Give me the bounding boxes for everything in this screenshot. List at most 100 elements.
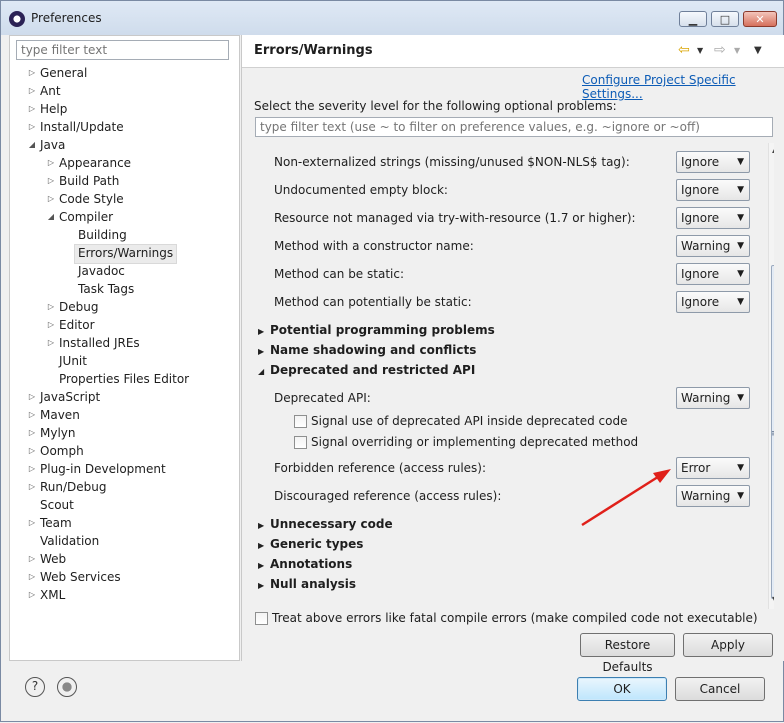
signal-deprecated-in-deprecated-checkbox[interactable] xyxy=(294,415,307,428)
forward-arrow-icon[interactable]: ⇨ xyxy=(714,42,726,58)
minimize-button[interactable]: ▁ xyxy=(679,11,707,27)
tree-item[interactable]: ▷ XML xyxy=(29,586,65,604)
expand-arrow-icon[interactable]: ▷ xyxy=(27,586,37,604)
expand-arrow-icon[interactable]: ▶ xyxy=(258,517,270,535)
collapse-arrow-icon[interactable]: ◢ xyxy=(46,208,56,226)
expand-arrow-icon[interactable]: ▷ xyxy=(27,82,37,100)
tree-item[interactable]: ▷ Help xyxy=(29,100,67,118)
expand-arrow-icon[interactable]: ▷ xyxy=(27,514,37,532)
signal-overriding-deprecated-checkbox[interactable] xyxy=(294,436,307,449)
tree-item[interactable]: ▷ JavaScript xyxy=(29,388,100,406)
tree-item[interactable]: ▷ Appearance xyxy=(48,154,131,172)
tree-item[interactable]: ▷ Team xyxy=(29,514,72,532)
expand-arrow-icon[interactable]: ▶ xyxy=(258,537,270,555)
close-button[interactable]: ✕ xyxy=(743,11,777,27)
tree-item[interactable]: Validation xyxy=(40,532,99,550)
tree-item[interactable]: Errors/Warnings xyxy=(74,244,178,264)
apply-button[interactable]: Apply xyxy=(683,633,773,657)
scroll-down-icon[interactable]: ▼ xyxy=(772,595,774,604)
section-header[interactable]: ▶ Potential programming problems xyxy=(258,321,495,339)
expand-arrow-icon[interactable]: ▷ xyxy=(27,406,37,424)
expand-arrow-icon[interactable]: ▷ xyxy=(46,316,56,334)
expand-arrow-icon[interactable]: ▶ xyxy=(258,557,270,575)
expand-arrow-icon[interactable]: ▷ xyxy=(27,460,37,478)
tree-item[interactable]: ▷ Installed JREs xyxy=(48,334,140,352)
expand-arrow-icon[interactable]: ▷ xyxy=(27,100,37,118)
deprecated-api-select[interactable]: Warning ▼ xyxy=(676,387,750,409)
section-header[interactable]: ▶ Null analysis xyxy=(258,575,356,593)
expand-arrow-icon[interactable]: ▶ xyxy=(258,323,270,341)
severity-value: Ignore xyxy=(681,155,720,169)
restore-defaults-button[interactable]: Restore Defaults xyxy=(580,633,675,674)
tree-item[interactable]: Scout xyxy=(40,496,74,514)
scroll-up-icon[interactable]: ▲ xyxy=(772,145,774,154)
section-header[interactable]: ▶ Unnecessary code xyxy=(258,515,393,533)
expand-arrow-icon[interactable]: ▷ xyxy=(46,190,56,208)
expand-arrow-icon[interactable]: ▷ xyxy=(46,154,56,172)
tree-item[interactable]: ▷ Run/Debug xyxy=(29,478,107,496)
expand-arrow-icon[interactable]: ▷ xyxy=(27,118,37,136)
record-icon[interactable] xyxy=(57,677,77,697)
tree-item[interactable]: ▷ Build Path xyxy=(48,172,119,190)
tree-item[interactable]: ◢ Compiler xyxy=(48,208,113,226)
tree-item[interactable]: ◢ Java xyxy=(29,136,65,154)
cancel-button[interactable]: Cancel xyxy=(675,677,765,701)
tree-item[interactable]: ▷ Web xyxy=(29,550,66,568)
expand-arrow-icon[interactable]: ▷ xyxy=(46,298,56,316)
tree-item[interactable]: JUnit xyxy=(59,352,87,370)
tree-item[interactable]: ▷ Maven xyxy=(29,406,80,424)
discouraged-reference-select[interactable]: Warning ▼ xyxy=(676,485,750,507)
collapse-arrow-icon[interactable]: ◢ xyxy=(27,136,37,154)
ok-button[interactable]: OK xyxy=(577,677,667,701)
tree-item[interactable]: Building xyxy=(78,226,127,244)
collapse-arrow-icon[interactable]: ◢ xyxy=(258,363,270,381)
section-header[interactable]: ◢ Deprecated and restricted API xyxy=(258,361,475,379)
expand-arrow-icon[interactable]: ▷ xyxy=(46,172,56,190)
tree-item-label: Plug-in Development xyxy=(40,462,166,476)
expand-arrow-icon[interactable]: ▶ xyxy=(258,343,270,361)
severity-select[interactable]: Ignore ▼ xyxy=(676,179,750,201)
expand-arrow-icon[interactable]: ▶ xyxy=(258,577,270,595)
severity-select[interactable]: Ignore ▼ xyxy=(676,207,750,229)
options-filter-input[interactable] xyxy=(255,117,773,137)
expand-arrow-icon[interactable]: ▷ xyxy=(27,550,37,568)
tree-item[interactable]: ▷ Ant xyxy=(29,82,61,100)
tree-filter-input[interactable] xyxy=(16,40,229,60)
tree-item[interactable]: ▷ General xyxy=(29,64,87,82)
expand-arrow-icon[interactable]: ▷ xyxy=(46,334,56,352)
expand-arrow-icon[interactable]: ▷ xyxy=(27,478,37,496)
tree-item[interactable]: ▷ Oomph xyxy=(29,442,84,460)
expand-arrow-icon[interactable]: ▷ xyxy=(27,568,37,586)
back-arrow-icon[interactable]: ⇦ xyxy=(678,42,690,58)
configure-project-settings-link[interactable]: Configure Project Specific Settings... xyxy=(582,73,784,101)
tree-item[interactable]: ▷ Debug xyxy=(48,298,99,316)
back-dropdown-icon[interactable]: ▼ xyxy=(697,46,703,55)
tree-item[interactable]: ▷ Install/Update xyxy=(29,118,124,136)
tree-item[interactable]: ▷ Code Style xyxy=(48,190,124,208)
treat-errors-fatal-checkbox[interactable] xyxy=(255,612,268,625)
severity-select[interactable]: Warning ▼ xyxy=(676,235,750,257)
forward-dropdown-icon[interactable]: ▼ xyxy=(734,46,740,55)
tree-item[interactable]: ▷ Editor xyxy=(48,316,95,334)
help-icon[interactable]: ? xyxy=(25,677,45,697)
expand-arrow-icon[interactable]: ▷ xyxy=(27,442,37,460)
tree-item[interactable]: ▷ Plug-in Development xyxy=(29,460,166,478)
severity-select[interactable]: Ignore ▼ xyxy=(676,291,750,313)
section-header[interactable]: ▶ Name shadowing and conflicts xyxy=(258,341,476,359)
section-header[interactable]: ▶ Annotations xyxy=(258,555,352,573)
view-menu-icon[interactable]: ▼ xyxy=(754,45,762,56)
section-header[interactable]: ▶ Generic types xyxy=(258,535,363,553)
tree-item[interactable]: Task Tags xyxy=(78,280,134,298)
maximize-button[interactable]: □ xyxy=(711,11,739,27)
tree-item[interactable]: ▷ Mylyn xyxy=(29,424,76,442)
tree-item[interactable]: ▷ Web Services xyxy=(29,568,121,586)
tree-item[interactable]: Properties Files Editor xyxy=(59,370,189,388)
expand-arrow-icon[interactable]: ▷ xyxy=(27,388,37,406)
severity-select[interactable]: Ignore ▼ xyxy=(676,263,750,285)
expand-arrow-icon[interactable]: ▷ xyxy=(27,424,37,442)
forbidden-reference-select[interactable]: Error ▼ xyxy=(676,457,750,479)
tree-item[interactable]: Javadoc xyxy=(78,262,125,280)
expand-arrow-icon[interactable]: ▷ xyxy=(27,64,37,82)
options-scrollbar[interactable]: ▲ ≡ ▼ xyxy=(768,143,774,609)
severity-select[interactable]: Ignore ▼ xyxy=(676,151,750,173)
